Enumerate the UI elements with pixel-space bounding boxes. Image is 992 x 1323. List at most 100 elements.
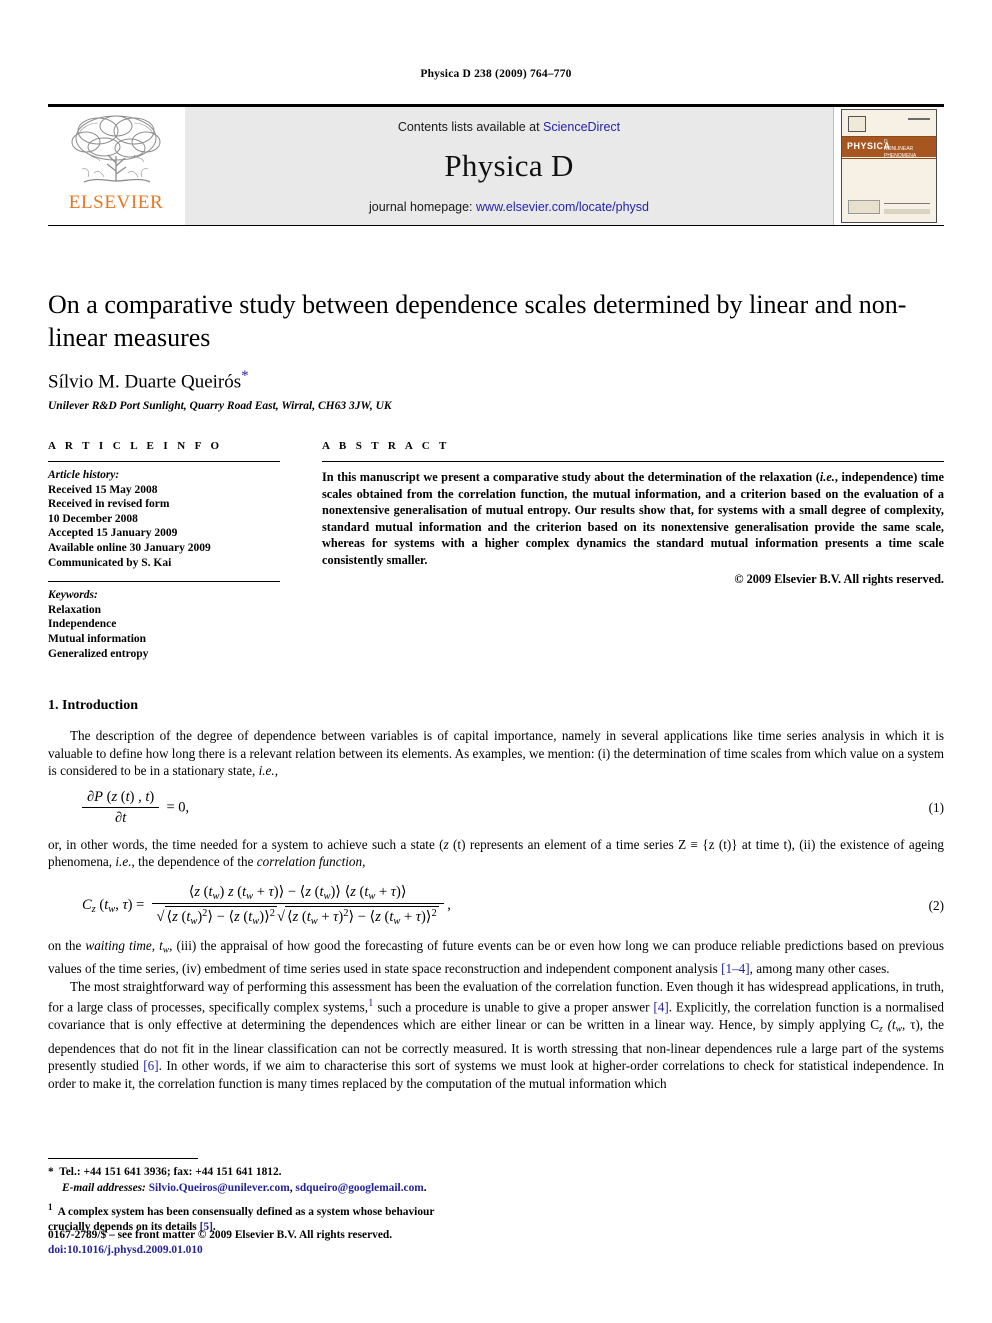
equation-2-trailing-comma: , bbox=[447, 896, 451, 913]
author-line: Sílvio M. Duarte Queirós* bbox=[48, 368, 944, 393]
cover-stamp-icon bbox=[848, 116, 866, 132]
cover-top-rule bbox=[908, 118, 930, 120]
sciencedirect-link[interactable]: ScienceDirect bbox=[543, 120, 620, 134]
citation-ref-4[interactable]: [4] bbox=[653, 1000, 668, 1015]
p3-text-f: . In other words, if we aim to character… bbox=[48, 1058, 944, 1091]
journal-cover-thumbnail: PHYSICA D NONLINEAR PHENOMENA bbox=[833, 107, 944, 225]
footnote-corresponding-author: * Tel.: +44 151 641 3936; fax: +44 151 6… bbox=[48, 1165, 478, 1180]
section-heading-introduction: 1. Introduction bbox=[48, 698, 138, 713]
cover-footer-logo bbox=[848, 200, 880, 214]
abstract-ie: i.e. bbox=[819, 470, 835, 484]
between-correlation-function: correlation function bbox=[256, 854, 363, 870]
paragraph-between-equations: or, in other words, the time needed for … bbox=[48, 836, 944, 871]
author-name: Sílvio M. Duarte Queirós bbox=[48, 371, 242, 393]
paragraph-2: on the waiting time, tw, (iii) the appra… bbox=[48, 937, 944, 978]
history-item: Communicated by S. Kai bbox=[48, 556, 172, 569]
article-info-column: A R T I C L E I N F O Article history: R… bbox=[48, 440, 280, 661]
cover-rule-lower bbox=[842, 158, 936, 159]
equation-1-number: (1) bbox=[928, 799, 944, 815]
equation-1: ∂P (z (t) , t) ∂t = 0, bbox=[48, 789, 898, 827]
journal-masthead: ELSEVIER Contents lists available at Sci… bbox=[48, 104, 944, 226]
equation-2-number: (2) bbox=[928, 897, 944, 913]
running-head: Physica D 238 (2009) 764–770 bbox=[420, 68, 572, 80]
footnote-email-line: E-mail addresses: Silvio.Queiros@unileve… bbox=[48, 1181, 478, 1196]
between-text-a: or, in other words, the time needed for … bbox=[48, 836, 444, 852]
cover-footer-rule bbox=[884, 203, 930, 204]
author-footnote-marker[interactable]: * bbox=[241, 368, 249, 384]
paragraph-1: The description of the degree of depende… bbox=[48, 727, 944, 780]
cover-footer-text-block bbox=[884, 209, 930, 214]
equation-2: Cz (tw, τ) = ⟨z (tw) z (tw + τ)⟩ − ⟨z (t… bbox=[48, 884, 898, 927]
p2-waiting-time: waiting time bbox=[85, 938, 152, 954]
equation-1-numerator: ∂P (z (t) , t) bbox=[82, 789, 160, 808]
imprint-block: 0167-2789/$ – see front matter © 2009 El… bbox=[48, 1228, 548, 1258]
article-body: 1. Introduction The description of the d… bbox=[48, 698, 944, 1092]
abstract-heading: A B S T R A C T bbox=[322, 440, 450, 452]
history-item: 10 December 2008 bbox=[48, 512, 138, 525]
p2-text-d: , among many other cases. bbox=[749, 961, 890, 977]
history-item: Accepted 15 January 2009 bbox=[48, 527, 178, 540]
equation-1-denominator: ∂t bbox=[115, 809, 127, 826]
email-line-end: . bbox=[423, 1182, 427, 1194]
abstract-text: In this manuscript we present a comparat… bbox=[322, 462, 944, 569]
contents-prefix-text: Contents lists available at bbox=[397, 120, 544, 134]
equation-2-lhs: Cz (tw, τ) = bbox=[82, 896, 148, 915]
p2-text-b: , t bbox=[151, 938, 163, 954]
between-text-c: , the dependence of the bbox=[131, 854, 257, 870]
p3-text-d: (t bbox=[882, 1017, 896, 1033]
between-ie: i.e. bbox=[115, 854, 132, 870]
elsevier-tree-icon bbox=[71, 115, 161, 183]
footnote-block: * Tel.: +44 151 641 3936; fax: +44 151 6… bbox=[48, 1158, 478, 1236]
title-block: On a comparative study between dependenc… bbox=[48, 288, 944, 412]
elsevier-wordmark: ELSEVIER bbox=[68, 192, 164, 213]
p1-text-a: The description of the degree of depende… bbox=[48, 728, 944, 779]
equation-2-row: Cz (tw, τ) = ⟨z (tw) z (tw + τ)⟩ − ⟨z (t… bbox=[48, 884, 944, 927]
email-link-2[interactable]: sdqueiro@googlemail.com bbox=[295, 1182, 423, 1194]
equation-1-fraction: ∂P (z (t) , t) ∂t bbox=[82, 789, 160, 827]
abstract-text-part2: , independence) time scales obtained fro… bbox=[322, 470, 944, 567]
equation-2-numerator: ⟨z (tw) z (tw + τ)⟩ − ⟨z (tw)⟩ ⟨z (tw + … bbox=[151, 884, 444, 904]
cover-image: PHYSICA D NONLINEAR PHENOMENA bbox=[841, 109, 937, 223]
keywords-block: Keywords: Relaxation Independence Mutual… bbox=[48, 581, 280, 661]
column-gap bbox=[280, 440, 322, 661]
keyword-item: Relaxation bbox=[48, 603, 102, 616]
footnote-separator-rule bbox=[48, 1158, 198, 1159]
p3-text-b: such a procedure is unable to give a pro… bbox=[373, 999, 654, 1015]
homepage-prefix-text: journal homepage: bbox=[368, 200, 477, 214]
author-affiliation: Unilever R&D Port Sunlight, Quarry Road … bbox=[48, 400, 392, 413]
masthead-center-panel: Contents lists available at ScienceDirec… bbox=[184, 107, 833, 225]
article-title: On a comparative study between dependenc… bbox=[48, 290, 907, 352]
article-info-heading: A R T I C L E I N F O bbox=[48, 440, 223, 452]
history-item: Received 15 May 2008 bbox=[48, 483, 158, 496]
journal-homepage-link[interactable]: www.elsevier.com/locate/physd bbox=[476, 200, 649, 214]
email-addresses-label: E-mail addresses: bbox=[62, 1182, 146, 1194]
footnote-star-marker: * bbox=[48, 1166, 54, 1178]
email-link-1[interactable]: Silvio.Queiros@unilever.com bbox=[149, 1182, 290, 1194]
article-history-block: Article history: Received 15 May 2008 Re… bbox=[48, 462, 280, 570]
equation-1-row: ∂P (z (t) , t) ∂t = 0, (1) bbox=[48, 789, 944, 827]
doi-line[interactable]: doi:10.1016/j.physd.2009.01.010 bbox=[48, 1243, 548, 1258]
elsevier-logo: ELSEVIER bbox=[48, 107, 184, 225]
p1-ie: i.e. bbox=[258, 763, 275, 779]
keyword-item: Independence bbox=[48, 618, 117, 631]
citation-ref-6[interactable]: [6] bbox=[143, 1058, 158, 1073]
journal-title: Physica D bbox=[444, 148, 574, 183]
footnote-1-marker: 1 bbox=[48, 1202, 53, 1212]
citation-ref-1-4[interactable]: [1–4] bbox=[721, 961, 750, 976]
keyword-item: Generalized entropy bbox=[48, 647, 149, 660]
keywords-label: Keywords: bbox=[48, 589, 98, 602]
cover-band-sub1: D bbox=[884, 139, 888, 145]
journal-article-page: Physica D 238 (2009) 764–770 ELSEVIER Co… bbox=[0, 0, 992, 1323]
equation-2-fraction: ⟨z (tw) z (tw + τ)⟩ − ⟨z (tw)⟩ ⟨z (tw + … bbox=[151, 884, 444, 928]
footnote-telephone-text: Tel.: +44 151 641 3936; fax: +44 151 641… bbox=[59, 1166, 282, 1178]
p1-text-b: , bbox=[274, 763, 278, 779]
abstract-text-part1: In this manuscript we present a comparat… bbox=[322, 470, 820, 484]
equation-2-denominator: √ ⟨z (tw)2⟩ − ⟨z (tw)⟩2 √ ⟨z (tw + τ)2⟩ − ⟨… bbox=[156, 905, 439, 928]
article-history-label: Article history: bbox=[48, 469, 120, 481]
paragraph-3: The most straightforward way of performi… bbox=[48, 978, 944, 1093]
abstract-column: A B S T R A C T In this manuscript we pr… bbox=[322, 440, 944, 661]
equation-1-rhs: = 0, bbox=[162, 799, 190, 816]
abstract-copyright: © 2009 Elsevier B.V. All rights reserved… bbox=[734, 571, 944, 586]
issn-front-matter-line: 0167-2789/$ – see front matter © 2009 El… bbox=[48, 1229, 393, 1241]
journal-homepage-line: journal homepage: www.elsevier.com/locat… bbox=[369, 200, 649, 214]
